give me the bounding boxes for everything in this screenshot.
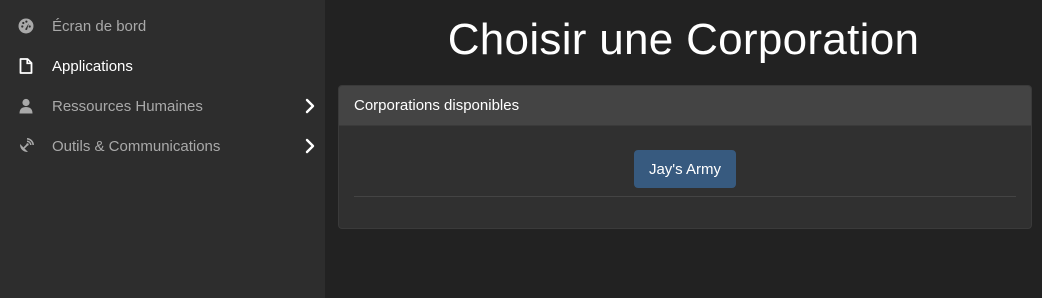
chevron-right-icon [305, 138, 315, 154]
sidebar-item-label: Outils & Communications [52, 137, 221, 155]
corporations-panel: Corporations disponibles Jay's Army [338, 85, 1032, 229]
sidebar: Écran de bord Applications Ressources Hu… [0, 0, 325, 298]
main-content: Choisir une Corporation Corporations dis… [325, 0, 1042, 298]
sidebar-item-label: Applications [52, 57, 133, 75]
page-title: Choisir une Corporation [447, 15, 920, 64]
user-icon [18, 98, 34, 114]
sidebar-item-applications[interactable]: Applications [0, 46, 325, 86]
panel-header: Corporations disponibles [339, 86, 1031, 126]
panel-body: Jay's Army [339, 126, 1031, 228]
satellite-dish-icon [18, 138, 34, 154]
sidebar-item-outils-communications[interactable]: Outils & Communications [0, 126, 325, 166]
sidebar-item-ressources-humaines[interactable]: Ressources Humaines [0, 86, 325, 126]
app-window: Écran de bord Applications Ressources Hu… [0, 0, 1042, 298]
dashboard-icon [18, 18, 34, 34]
sidebar-item-label: Ressources Humaines [52, 97, 203, 115]
corporation-button[interactable]: Jay's Army [634, 150, 736, 188]
file-icon [18, 58, 34, 74]
sidebar-item-label: Écran de bord [52, 17, 147, 35]
divider [354, 196, 1016, 197]
panel-title: Corporations disponibles [354, 97, 520, 114]
sidebar-item-ecran-de-bord[interactable]: Écran de bord [0, 6, 325, 46]
chevron-right-icon [305, 98, 315, 114]
